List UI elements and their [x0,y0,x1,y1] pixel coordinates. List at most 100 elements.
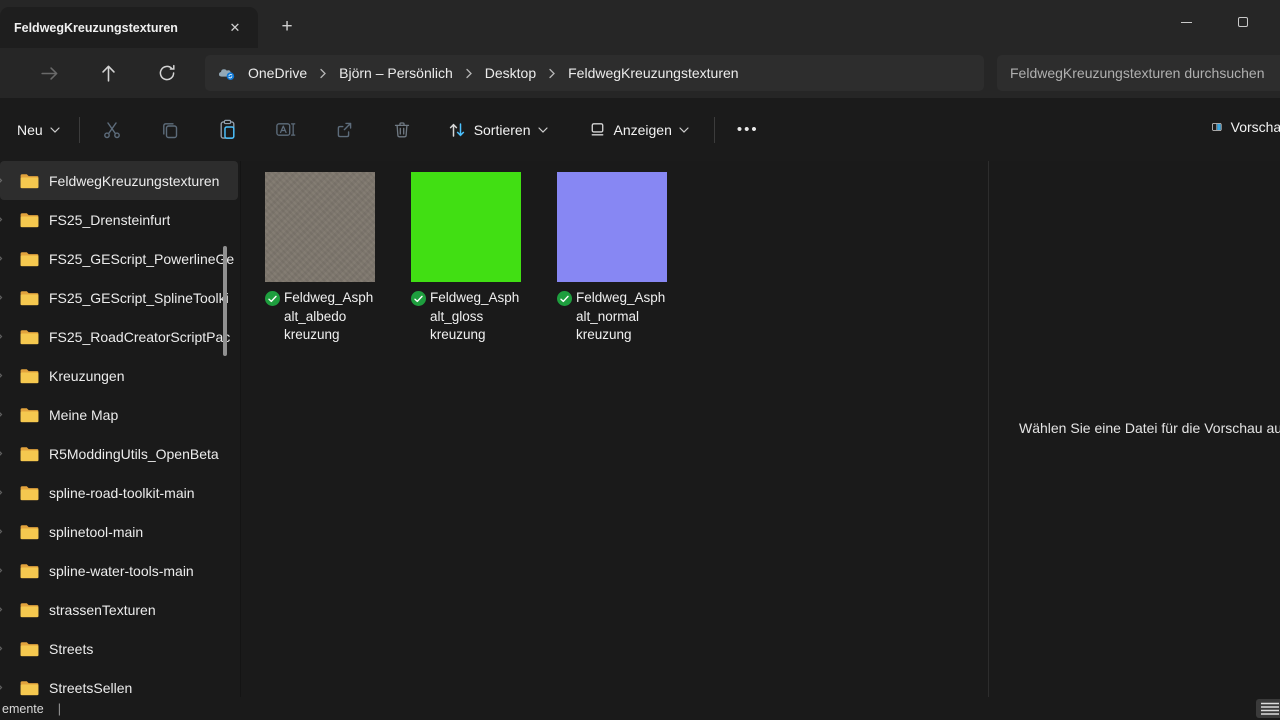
command-bar: Neu Sortieren Anzeigen ••• Vorschau [0,98,1280,161]
rename-button[interactable] [264,110,308,150]
sidebar-item-label: FS25_Drensteinfurt [49,212,170,228]
chevron-right-icon[interactable] [0,526,6,537]
sidebar-scrollbar[interactable] [223,246,227,356]
sidebar-item[interactable]: splinetool-main [0,512,238,551]
folder-icon [20,524,39,540]
chevron-right-icon[interactable] [0,409,6,420]
folder-icon [20,446,39,462]
forward-button[interactable] [32,56,66,90]
file-thumbnail[interactable] [411,172,521,282]
trash-icon [392,120,412,140]
sidebar-item[interactable]: R5ModdingUtils_OpenBeta [0,434,238,473]
titlebar: FeldwegKreuzungstexturen ✕ + [0,0,1280,48]
file-item[interactable]: Feldweg_Asph alt_albedo kreuzung [265,172,377,345]
folder-icon [20,563,39,579]
chevron-right-icon[interactable] [0,331,6,342]
chevron-right-icon[interactable] [0,565,6,576]
preview-pane: Wählen Sie eine Datei für die Vorschau a… [988,161,1280,697]
chevron-right-icon[interactable] [0,292,6,303]
file-list: Feldweg_Asph alt_albedo kreuzung Feldweg… [240,161,988,697]
toolbar-divider [714,117,715,143]
sidebar-item-label: Meine Map [49,407,118,423]
share-button[interactable] [322,110,366,150]
sidebar-item-label: Streets [49,641,93,657]
file-item[interactable]: Feldweg_Asph alt_normal kreuzung [557,172,669,345]
sidebar-item-label: StreetsSellen [49,680,132,696]
search-input[interactable] [997,55,1280,91]
paste-icon [217,119,238,140]
sidebar-item[interactable]: FS25_Drensteinfurt [0,200,238,239]
new-button[interactable]: Neu [8,114,69,146]
chevron-right-icon[interactable] [0,253,6,264]
file-thumbnail[interactable] [557,172,667,282]
breadcrumb-item-desktop[interactable]: Desktop [483,62,538,84]
sort-button[interactable]: Sortieren [438,112,557,148]
close-tab-icon[interactable]: ✕ [222,15,248,41]
folder-icon [20,641,39,657]
scissors-icon [102,120,122,140]
onedrive-synced-icon [411,291,426,306]
paste-button[interactable] [206,110,250,150]
refresh-button[interactable] [150,56,184,90]
delete-button[interactable] [380,110,424,150]
sidebar-item[interactable]: spline-water-tools-main [0,551,238,590]
view-button[interactable]: Anzeigen [579,112,698,147]
chevron-right-icon[interactable] [0,175,6,186]
maximize-button[interactable] [1220,0,1266,44]
chevron-down-icon [50,127,60,133]
chevron-right-icon [319,68,327,79]
chevron-right-icon[interactable] [0,643,6,654]
folder-icon [20,329,39,345]
chevron-right-icon [548,68,556,79]
sidebar-item[interactable]: strassenTexturen [0,590,238,629]
sidebar-item[interactable]: FeldwegKreuzungstexturen [0,161,238,200]
breadcrumb-item-user[interactable]: Björn – Persönlich [337,62,455,84]
folder-icon [20,602,39,618]
breadcrumb-item-onedrive[interactable]: OneDrive [246,62,309,84]
onedrive-icon [217,63,237,83]
file-item[interactable]: Feldweg_Asph alt_gloss kreuzung [411,172,523,345]
up-button[interactable] [91,56,125,90]
cut-button[interactable] [90,110,134,150]
chevron-right-icon[interactable] [0,682,6,693]
sidebar-item[interactable]: FS25_RoadCreatorScriptPac [0,317,238,356]
chevron-right-icon[interactable] [0,370,6,381]
navigation-pane: FeldwegKreuzungstexturen FS25_Drensteinfu… [0,161,238,697]
sort-button-label: Sortieren [474,122,531,138]
list-lines-icon [1260,702,1280,715]
file-name: Feldweg_Asph alt_gloss kreuzung [430,289,519,345]
file-thumbnail[interactable] [265,172,375,282]
sidebar-item-label: spline-water-tools-main [49,563,194,579]
copy-button[interactable] [148,110,192,150]
folder-icon [20,212,39,228]
preview-toggle-button[interactable]: Vorschau [1205,109,1280,145]
folder-icon [20,368,39,384]
breadcrumb[interactable]: OneDrive Björn – Persönlich Desktop Feld… [205,55,984,91]
details-view-toggle[interactable] [1256,699,1280,718]
sidebar-item[interactable]: Streets [0,629,238,668]
sidebar-item[interactable]: StreetsSellen [0,668,238,697]
sidebar-item[interactable]: Meine Map [0,395,238,434]
more-options-button[interactable]: ••• [725,113,771,146]
sidebar-item[interactable]: FS25_GEScript_PowerlineGe [0,239,238,278]
new-tab-button[interactable]: + [272,12,302,42]
sidebar-item[interactable]: Kreuzungen [0,356,238,395]
sidebar-item[interactable]: spline-road-toolkit-main [0,473,238,512]
view-layout-icon [588,120,607,139]
chevron-right-icon[interactable] [0,487,6,498]
preview-placeholder-text: Wählen Sie eine Datei für die Vorschau a… [1019,420,1280,436]
chevron-right-icon [465,68,473,79]
chevron-right-icon[interactable] [0,604,6,615]
chevron-right-icon[interactable] [0,448,6,459]
sort-icon [447,120,467,140]
minimize-button[interactable] [1163,0,1209,44]
folder-icon [20,485,39,501]
folder-icon [20,407,39,423]
toolbar-divider [79,117,80,143]
breadcrumb-item-current-folder[interactable]: FeldwegKreuzungstexturen [566,62,740,84]
explorer-tab[interactable]: FeldwegKreuzungstexturen ✕ [0,7,258,48]
chevron-right-icon[interactable] [0,214,6,225]
preview-pane-icon [1211,117,1223,137]
content-area: FeldwegKreuzungstexturen FS25_Drensteinfu… [0,161,1280,697]
sidebar-item[interactable]: FS25_GEScript_SplineToolki [0,278,238,317]
